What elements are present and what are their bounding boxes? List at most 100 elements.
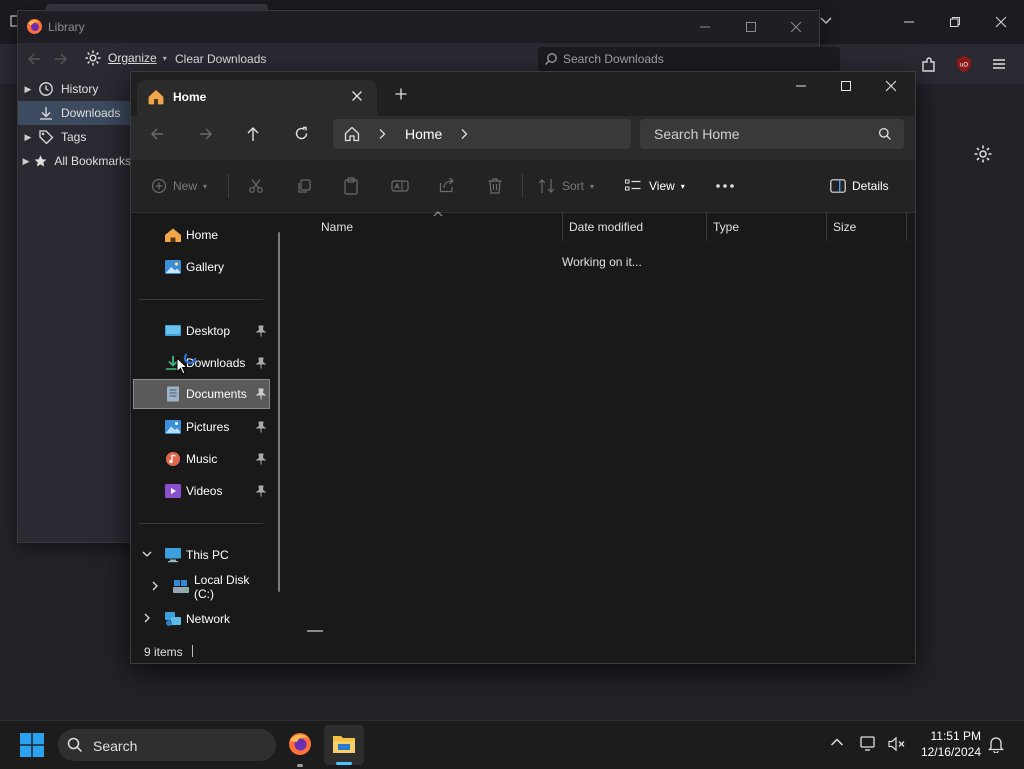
search-placeholder: Search Home	[654, 126, 740, 142]
nav-item-pictures[interactable]: Pictures	[131, 411, 270, 443]
nav-item-documents[interactable]: Documents	[133, 379, 270, 409]
paste-icon[interactable]	[343, 177, 359, 195]
forward-arrow-icon[interactable]	[198, 127, 214, 141]
search-home-field[interactable]: Search Home	[640, 119, 904, 149]
browser-minimize-button[interactable]	[886, 6, 932, 38]
desktop-icon	[165, 325, 181, 336]
volume-muted-icon[interactable]	[888, 736, 906, 752]
chevron-right-icon[interactable]: ▶	[18, 156, 34, 167]
windows-start-icon[interactable]	[20, 733, 44, 757]
home-outline-icon[interactable]	[343, 125, 361, 143]
nav-label: Home	[186, 228, 219, 242]
nav-item-downloads[interactable]: Downloads	[131, 347, 270, 379]
column-header-name[interactable]: Name	[321, 213, 353, 241]
breadcrumb-home[interactable]: Home	[405, 126, 442, 142]
column-label: Date modified	[569, 220, 644, 234]
clock-time[interactable]: 11:51 PM	[925, 729, 981, 743]
sort-button[interactable]: Sort ▾	[538, 160, 594, 212]
new-tab-plus-icon[interactable]	[395, 88, 407, 100]
nav-item-local-disk[interactable]: Local Disk (C:)	[131, 571, 270, 603]
chevron-right-icon[interactable]	[143, 613, 151, 623]
address-bar[interactable]: Home	[333, 119, 631, 149]
library-item-all-bookmarks[interactable]: ▶ All Bookmarks	[18, 149, 131, 173]
explorer-maximize-button[interactable]	[823, 72, 869, 100]
settings-gear-icon[interactable]	[973, 144, 993, 164]
tab-label: Home	[173, 90, 207, 104]
library-search-field[interactable]: Search Downloads	[538, 47, 840, 71]
back-arrow-icon[interactable]	[26, 52, 42, 66]
refresh-icon[interactable]	[294, 126, 309, 141]
column-header-date-modified[interactable]: Date modified	[569, 213, 643, 241]
explorer-close-button[interactable]	[868, 72, 914, 100]
chevron-down-icon: ▾	[680, 181, 685, 191]
library-maximize-button[interactable]	[728, 11, 774, 43]
up-arrow-icon[interactable]	[246, 126, 260, 142]
firefox-taskbar-icon[interactable]	[288, 732, 312, 756]
network-status-icon[interactable]	[860, 736, 878, 752]
chevron-down-icon: ▾	[590, 181, 595, 191]
details-label: Details	[852, 179, 889, 193]
column-header-type[interactable]: Type	[713, 213, 739, 241]
nav-label: Network	[186, 612, 231, 626]
chevron-right-icon[interactable]	[378, 128, 386, 140]
nav-item-home[interactable]: Home	[131, 219, 270, 251]
library-item-tags[interactable]: ▶ Tags	[18, 125, 131, 149]
notification-bell-icon[interactable]	[988, 735, 1004, 753]
back-arrow-icon[interactable]	[149, 127, 165, 141]
star-icon	[34, 155, 47, 167]
explorer-minimize-button[interactable]	[778, 72, 824, 100]
new-button[interactable]: New ▾	[151, 160, 207, 212]
chevron-down-icon[interactable]	[142, 550, 152, 558]
taskbar-search-box[interactable]: Search	[58, 729, 276, 761]
extensions-icon[interactable]	[920, 56, 938, 74]
nav-label: This PC	[186, 548, 229, 562]
navigation-scrollbar[interactable]	[278, 232, 280, 592]
library-item-downloads[interactable]: Downloads	[18, 101, 131, 125]
column-header-size[interactable]: Size	[833, 213, 856, 241]
chevron-right-icon[interactable]: ▶	[18, 84, 38, 95]
chevron-right-icon[interactable]	[151, 581, 159, 591]
cut-icon[interactable]	[248, 178, 264, 194]
tab-close-icon[interactable]	[351, 90, 363, 102]
clock-date[interactable]: 12/16/2024	[914, 745, 981, 759]
view-button[interactable]: View ▾	[625, 160, 685, 212]
ublock-origin-icon[interactable]: uO	[954, 54, 974, 74]
nav-label: Music	[186, 452, 218, 466]
file-explorer-taskbar-button[interactable]	[324, 725, 364, 765]
clear-downloads-button[interactable]: Clear Downloads	[175, 52, 266, 66]
list-all-tabs-icon[interactable]	[818, 12, 834, 28]
share-icon[interactable]	[439, 177, 455, 193]
nav-item-this-pc[interactable]: This PC	[131, 539, 270, 571]
chevron-right-icon[interactable]: ▶	[18, 132, 38, 143]
library-close-button[interactable]	[773, 11, 819, 43]
details-pane-button[interactable]: Details	[830, 160, 889, 212]
library-item-history[interactable]: ▶ History	[18, 77, 131, 101]
copy-icon[interactable]	[296, 178, 312, 194]
nav-item-gallery[interactable]: Gallery	[131, 251, 270, 283]
new-label: New	[173, 179, 198, 193]
nav-item-network[interactable]: Network	[131, 603, 270, 635]
browser-close-button[interactable]	[978, 6, 1024, 38]
menu-icon[interactable]	[991, 56, 1007, 72]
nav-item-desktop[interactable]: Desktop	[131, 315, 270, 347]
nav-item-videos[interactable]: Videos	[131, 475, 270, 507]
forward-arrow-icon[interactable]	[53, 52, 69, 66]
horizontal-scrollbar[interactable]	[307, 630, 323, 632]
chevron-right-icon[interactable]	[460, 128, 468, 140]
pin-icon	[256, 485, 266, 497]
music-icon	[166, 452, 180, 466]
organize-button[interactable]: Organize ▾	[84, 49, 167, 67]
rename-icon[interactable]	[391, 178, 409, 194]
show-hidden-icons-chevron-icon[interactable]	[830, 737, 844, 747]
library-minimize-button[interactable]	[682, 11, 728, 43]
sort-label: Sort	[562, 179, 585, 193]
explorer-tab-home[interactable]: Home	[137, 80, 377, 116]
browser-restore-button[interactable]	[932, 6, 978, 38]
delete-trash-icon[interactable]	[487, 177, 503, 194]
more-options-icon[interactable]	[716, 160, 734, 212]
library-search-placeholder: Search Downloads	[563, 52, 664, 66]
nav-item-music[interactable]: Music	[131, 443, 270, 475]
status-bar: 9 items	[131, 638, 915, 663]
taskbar-search-label: Search	[93, 738, 138, 754]
pin-icon	[256, 325, 266, 337]
